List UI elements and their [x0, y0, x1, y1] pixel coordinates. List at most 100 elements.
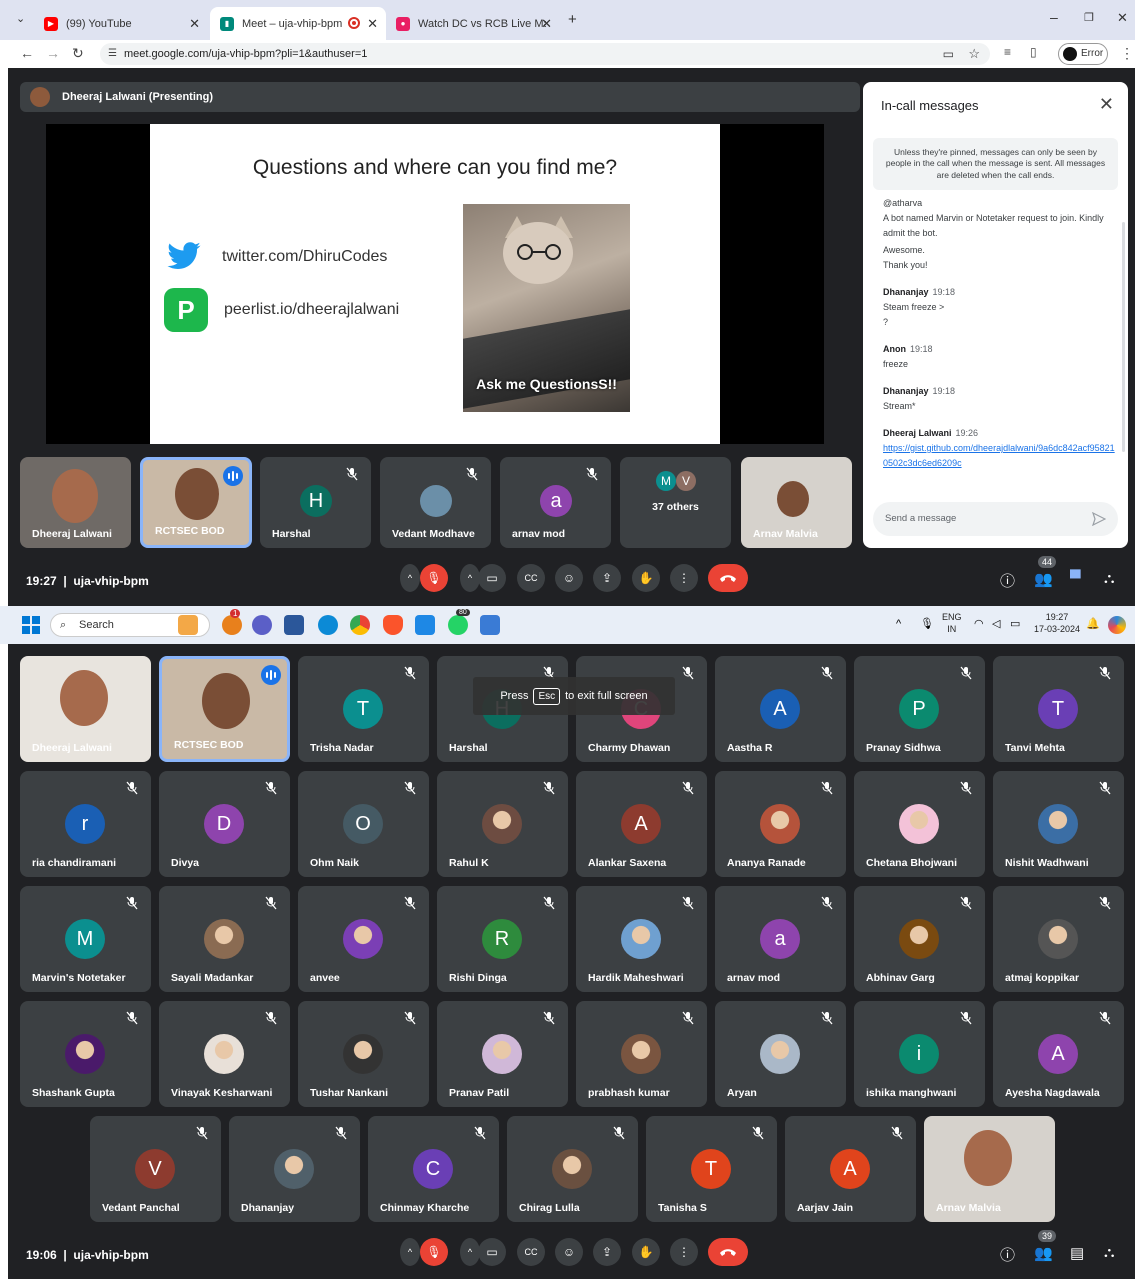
captions-icon[interactable]: CC [517, 564, 545, 592]
activities-icon[interactable]: ⛬ [1104, 1244, 1115, 1261]
bell-icon[interactable]: 🔔 [1086, 617, 1100, 630]
restore-icon[interactable]: ❐ [1084, 11, 1094, 24]
hangup-icon[interactable] [708, 1238, 748, 1266]
participant-tile[interactable]: i ishika manghwani [854, 1001, 985, 1107]
participant-tile[interactable]: Chetana Bhojwani [854, 771, 985, 877]
sidepanel-icon[interactable]: ▯ [1030, 45, 1037, 59]
participant-tile[interactable]: Chirag Lulla [507, 1116, 638, 1222]
tab-cricket[interactable]: ● Watch DC vs RCB Live Match of ✕ [386, 7, 560, 40]
more-icon[interactable]: ⋮ [1120, 45, 1134, 62]
chat-icon[interactable]: ▤ [1070, 1244, 1084, 1262]
video-options-chevron-icon[interactable]: ^ [460, 1238, 480, 1266]
participant-tile[interactable]: T Tanisha S [646, 1116, 777, 1222]
plus-icon[interactable]: + [568, 11, 577, 28]
video-options-chevron-icon[interactable]: ^ [460, 564, 480, 592]
activities-icon[interactable]: ⛬ [1104, 570, 1115, 587]
tab-youtube[interactable]: ▶ (99) YouTube ✕ [34, 7, 208, 40]
close-icon[interactable]: ✕ [541, 16, 552, 32]
participant-tile[interactable]: a arnav mod [500, 457, 611, 548]
participant-tile[interactable]: Dhananjay [229, 1116, 360, 1222]
chat-input[interactable]: Send a message [873, 502, 1118, 536]
word-icon[interactable] [284, 615, 304, 635]
mic-options-chevron-icon[interactable]: ^ [400, 564, 420, 592]
participant-tile[interactable]: T Tanvi Mehta [993, 656, 1124, 762]
hangup-icon[interactable] [708, 564, 748, 592]
close-icon[interactable]: ✕ [367, 16, 378, 32]
people-icon[interactable]: 👥 44 [1034, 556, 1057, 588]
info-icon[interactable]: ⓘ [1000, 1244, 1015, 1265]
participant-tile[interactable]: A Aarjav Jain [785, 1116, 916, 1222]
mic-options-chevron-icon[interactable]: ^ [400, 1238, 420, 1266]
participant-tile[interactable]: A Alankar Saxena [576, 771, 707, 877]
tab-search-chevron-down-icon[interactable]: ⌄ [16, 12, 25, 25]
minimize-icon[interactable]: – [1050, 9, 1058, 25]
tab-meet[interactable]: ▮ Meet – uja-vhip-bpm ✕ [210, 7, 386, 40]
present-icon[interactable]: ⇪ [593, 1238, 621, 1266]
people-icon[interactable]: 👥 39 [1034, 1230, 1057, 1262]
widgets-icon[interactable] [178, 615, 198, 635]
tune-icon[interactable]: ☰ [108, 43, 117, 65]
send-icon[interactable] [1092, 512, 1106, 526]
participant-tile[interactable]: Nishit Wadhwani [993, 771, 1124, 877]
participant-tile[interactable]: Tushar Nankani [298, 1001, 429, 1107]
captions-icon[interactable]: CC [517, 1238, 545, 1266]
wifi-icon[interactable]: ◠ [974, 617, 984, 630]
copilot-icon[interactable] [1108, 616, 1126, 634]
participant-tile[interactable]: Rahul K [437, 771, 568, 877]
participant-tile[interactable]: Pranav Patil [437, 1001, 568, 1107]
participant-tile[interactable]: prabhash kumar [576, 1001, 707, 1107]
participant-tile[interactable]: V Vedant Panchal [90, 1116, 221, 1222]
emoji-icon[interactable]: ☺ [555, 564, 583, 592]
desktop-app-icon[interactable] [415, 615, 435, 635]
forward-icon[interactable]: → [46, 45, 60, 61]
language-indicator[interactable]: ENG IN [942, 611, 962, 635]
chat-icon[interactable]: ▀ [1070, 570, 1081, 587]
participant-tile[interactable]: Ananya Ranade [715, 771, 846, 877]
participant-tile[interactable]: Dheeraj Lalwani [20, 457, 131, 548]
participant-tile[interactable]: H Harshal [260, 457, 371, 548]
participant-tile[interactable]: A Ayesha Nagdawala [993, 1001, 1124, 1107]
participant-tile[interactable]: atmaj koppikar [993, 886, 1124, 992]
participant-tile[interactable]: a arnav mod [715, 886, 846, 992]
participant-tile[interactable]: O Ohm Naik [298, 771, 429, 877]
photos-icon[interactable] [480, 615, 500, 635]
participant-tile[interactable]: R Rishi Dinga [437, 886, 568, 992]
star-icon[interactable]: ☆ [968, 43, 980, 65]
others-tile[interactable]: M V 37 others [620, 457, 731, 548]
whatsapp-icon[interactable]: 80 [448, 609, 470, 635]
emoji-icon[interactable]: ☺ [555, 1238, 583, 1266]
message-link[interactable]: https://gist.github.com/dheerajdlalwani/… [883, 441, 1118, 471]
hand-icon[interactable]: ✋ [632, 564, 660, 592]
video-icon[interactable]: ▭ [478, 564, 506, 592]
participant-tile[interactable]: r ria chandiramani [20, 771, 151, 877]
close-icon[interactable]: ✕ [1099, 94, 1114, 115]
info-icon[interactable]: ⓘ [1000, 570, 1015, 591]
participant-tile[interactable]: M Marvin's Notetaker [20, 886, 151, 992]
notification-app-icon[interactable]: 1 [222, 609, 242, 635]
playlist-icon[interactable]: ≡ [1004, 45, 1011, 59]
profile-error-button[interactable]: Error [1058, 43, 1108, 65]
participant-tile[interactable]: C Chinmay Kharche [368, 1116, 499, 1222]
reload-icon[interactable]: ↻ [72, 45, 84, 62]
more-icon[interactable]: ⋮ [670, 1238, 698, 1266]
participant-tile[interactable]: Vinayak Kesharwani [159, 1001, 290, 1107]
brave-icon[interactable] [383, 615, 403, 635]
participant-tile[interactable]: Sayali Madankar [159, 886, 290, 992]
participant-tile[interactable]: RCTSEC BOD [159, 656, 290, 762]
participant-tile[interactable]: Dheeraj Lalwani [20, 656, 151, 762]
back-icon[interactable]: ← [20, 45, 34, 61]
close-window-icon[interactable]: ✕ [1117, 10, 1128, 26]
address-bar[interactable]: ☰ meet.google.com/uja-vhip-bpm?pli=1&aut… [100, 43, 990, 65]
battery-icon[interactable]: ▭ [1010, 617, 1020, 630]
participant-tile[interactable]: Arnav Malvia [741, 457, 852, 548]
participant-tile[interactable]: Arnav Malvia [924, 1116, 1055, 1222]
participant-tile[interactable]: RCTSEC BOD [140, 457, 252, 548]
clock[interactable]: 19:27 17-03-2024 [1034, 611, 1080, 635]
microphone-icon[interactable]: 🎙 [920, 617, 934, 630]
edge-icon[interactable] [318, 615, 338, 635]
participant-tile[interactable]: Hardik Maheshwari [576, 886, 707, 992]
chevron-up-icon[interactable]: ^ [896, 618, 901, 630]
teams-icon[interactable] [252, 615, 272, 635]
chrome-icon[interactable] [350, 615, 370, 635]
more-icon[interactable]: ⋮ [670, 564, 698, 592]
